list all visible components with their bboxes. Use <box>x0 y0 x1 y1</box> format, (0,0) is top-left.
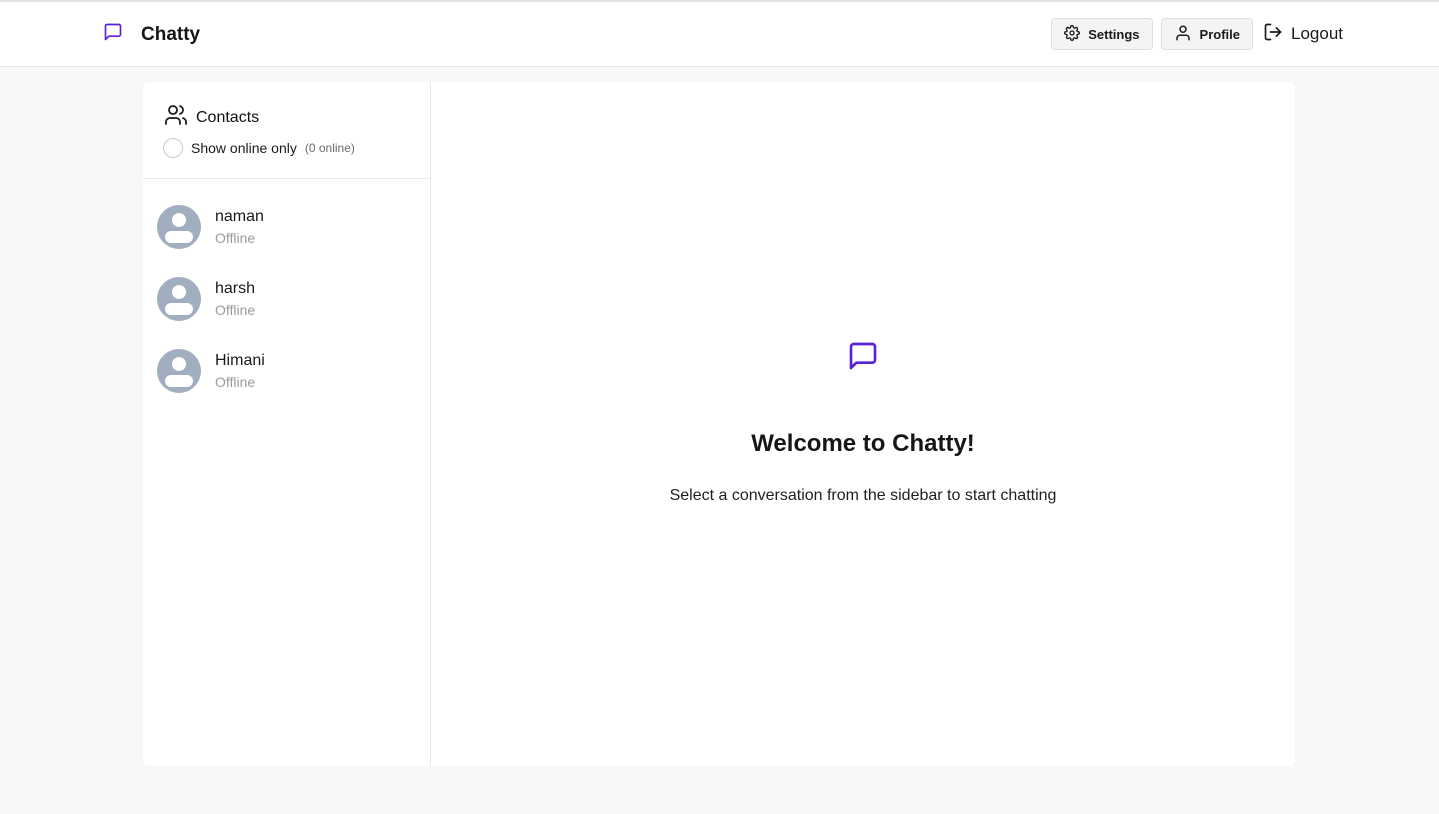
settings-label: Settings <box>1088 26 1140 42</box>
welcome-title: Welcome to Chatty! <box>751 430 975 457</box>
contact-item[interactable]: naman Offline <box>157 204 417 250</box>
contacts-sidebar: Contacts Show online only (0 online) nam… <box>143 82 431 766</box>
gear-icon <box>1064 24 1081 44</box>
app-header: Chatty Settings Profile Logout <box>0 2 1439 67</box>
show-online-label[interactable]: Show online only <box>191 140 297 156</box>
contact-name: harsh <box>215 279 256 297</box>
contact-status: Offline <box>215 301 256 318</box>
contacts-title: Contacts <box>196 108 260 126</box>
contact-item[interactable]: harsh Offline <box>157 276 417 322</box>
logout-label: Logout <box>1291 24 1343 43</box>
online-filter: Show online only (0 online) <box>163 138 355 158</box>
avatar <box>157 349 201 393</box>
contact-name: naman <box>215 207 264 225</box>
header-nav: Settings Profile Logout <box>1051 18 1343 50</box>
avatar <box>157 277 201 321</box>
chat-panel: Contacts Show online only (0 online) nam… <box>143 82 1295 766</box>
contact-item[interactable]: Himani Offline <box>157 348 417 394</box>
users-icon <box>164 103 188 132</box>
profile-button[interactable]: Profile <box>1160 18 1253 50</box>
app-title: Chatty <box>141 23 201 45</box>
logout-icon <box>1263 22 1283 47</box>
contact-status: Offline <box>215 229 256 246</box>
user-icon <box>1174 24 1192 45</box>
contact-name: Himani <box>215 351 265 369</box>
welcome-subtitle: Select a conversation from the sidebar t… <box>669 487 1057 504</box>
avatar <box>157 205 201 249</box>
message-square-icon <box>847 340 879 377</box>
settings-button[interactable]: Settings <box>1051 18 1153 50</box>
message-square-icon <box>103 22 123 47</box>
online-count: (0 online) <box>304 141 355 155</box>
welcome-area: Welcome to Chatty! Select a conversation… <box>431 82 1295 766</box>
contact-status: Offline <box>215 373 256 390</box>
logout-button[interactable]: Logout <box>1261 18 1343 50</box>
sidebar-header: Contacts Show online only (0 online) <box>143 82 430 179</box>
contacts-heading: Contacts <box>164 103 259 132</box>
show-online-checkbox[interactable] <box>163 138 183 158</box>
brand-link[interactable]: Chatty <box>103 22 200 47</box>
profile-label: Profile <box>1199 26 1240 42</box>
